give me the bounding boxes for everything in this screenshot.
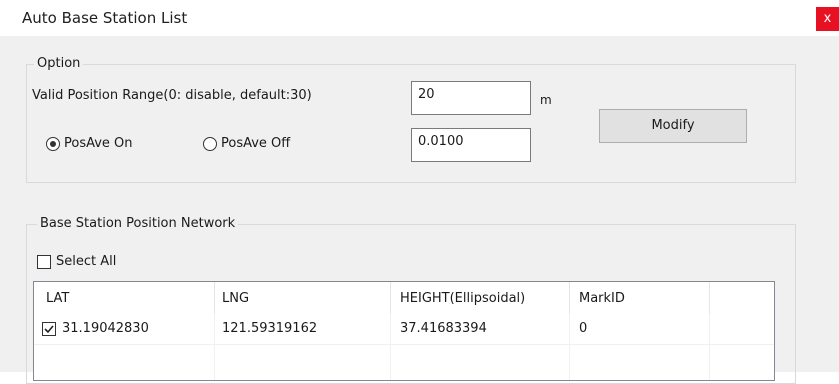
modify-button[interactable]: Modify (599, 109, 747, 143)
radio-on-circle[interactable] (46, 137, 60, 151)
title-bar: Auto Base Station List x (0, 0, 839, 36)
base-station-listview[interactable]: LAT LNG HEIGHT(Ellipsoidal) MarkID 31.19… (33, 281, 775, 381)
column-gridline (214, 314, 215, 380)
option-group-legend: Option (34, 56, 84, 71)
posave-off-label: PosAve Off (221, 136, 291, 151)
cell-lat: 31.19042830 (62, 321, 149, 336)
row-gridline (34, 344, 774, 345)
column-separator[interactable] (569, 282, 570, 314)
posave-threshold-input[interactable]: 0.0100 (411, 128, 531, 162)
valid-range-input[interactable]: 20 (411, 81, 531, 115)
radio-dot-icon (50, 141, 56, 147)
column-gridline (390, 314, 391, 380)
column-header-lat[interactable]: LAT (46, 291, 69, 306)
radio-off-circle[interactable] (203, 137, 217, 151)
row-checkbox[interactable] (42, 322, 56, 336)
posave-threshold-value: 0.0100 (418, 134, 464, 149)
column-header-height[interactable]: HEIGHT(Ellipsoidal) (400, 291, 525, 306)
checkmark-icon (44, 325, 54, 334)
column-separator[interactable] (390, 282, 391, 314)
select-all-box[interactable] (37, 255, 51, 269)
cell-markid: 0 (579, 321, 588, 336)
column-separator[interactable] (214, 282, 215, 314)
valid-range-value: 20 (418, 87, 435, 102)
column-gridline (709, 314, 710, 380)
close-button[interactable]: x (816, 7, 839, 31)
window-title: Auto Base Station List (22, 9, 188, 27)
column-gridline (569, 314, 570, 380)
cell-lng: 121.59319162 (222, 321, 318, 336)
column-header-lng[interactable]: LNG (222, 291, 249, 306)
dialog-body: Option Valid Position Range(0: disable, … (0, 36, 839, 384)
column-separator[interactable] (709, 282, 710, 314)
cell-height: 37.41683394 (400, 321, 487, 336)
column-header-markid[interactable]: MarkID (579, 291, 625, 306)
select-all-label: Select All (56, 254, 117, 269)
valid-range-label: Valid Position Range(0: disable, default… (32, 88, 312, 103)
network-group-legend: Base Station Position Network (37, 216, 239, 231)
modify-button-label: Modify (651, 118, 695, 133)
range-unit-label: m (540, 93, 552, 107)
close-icon: x (823, 11, 832, 26)
posave-on-label: PosAve On (64, 136, 133, 151)
